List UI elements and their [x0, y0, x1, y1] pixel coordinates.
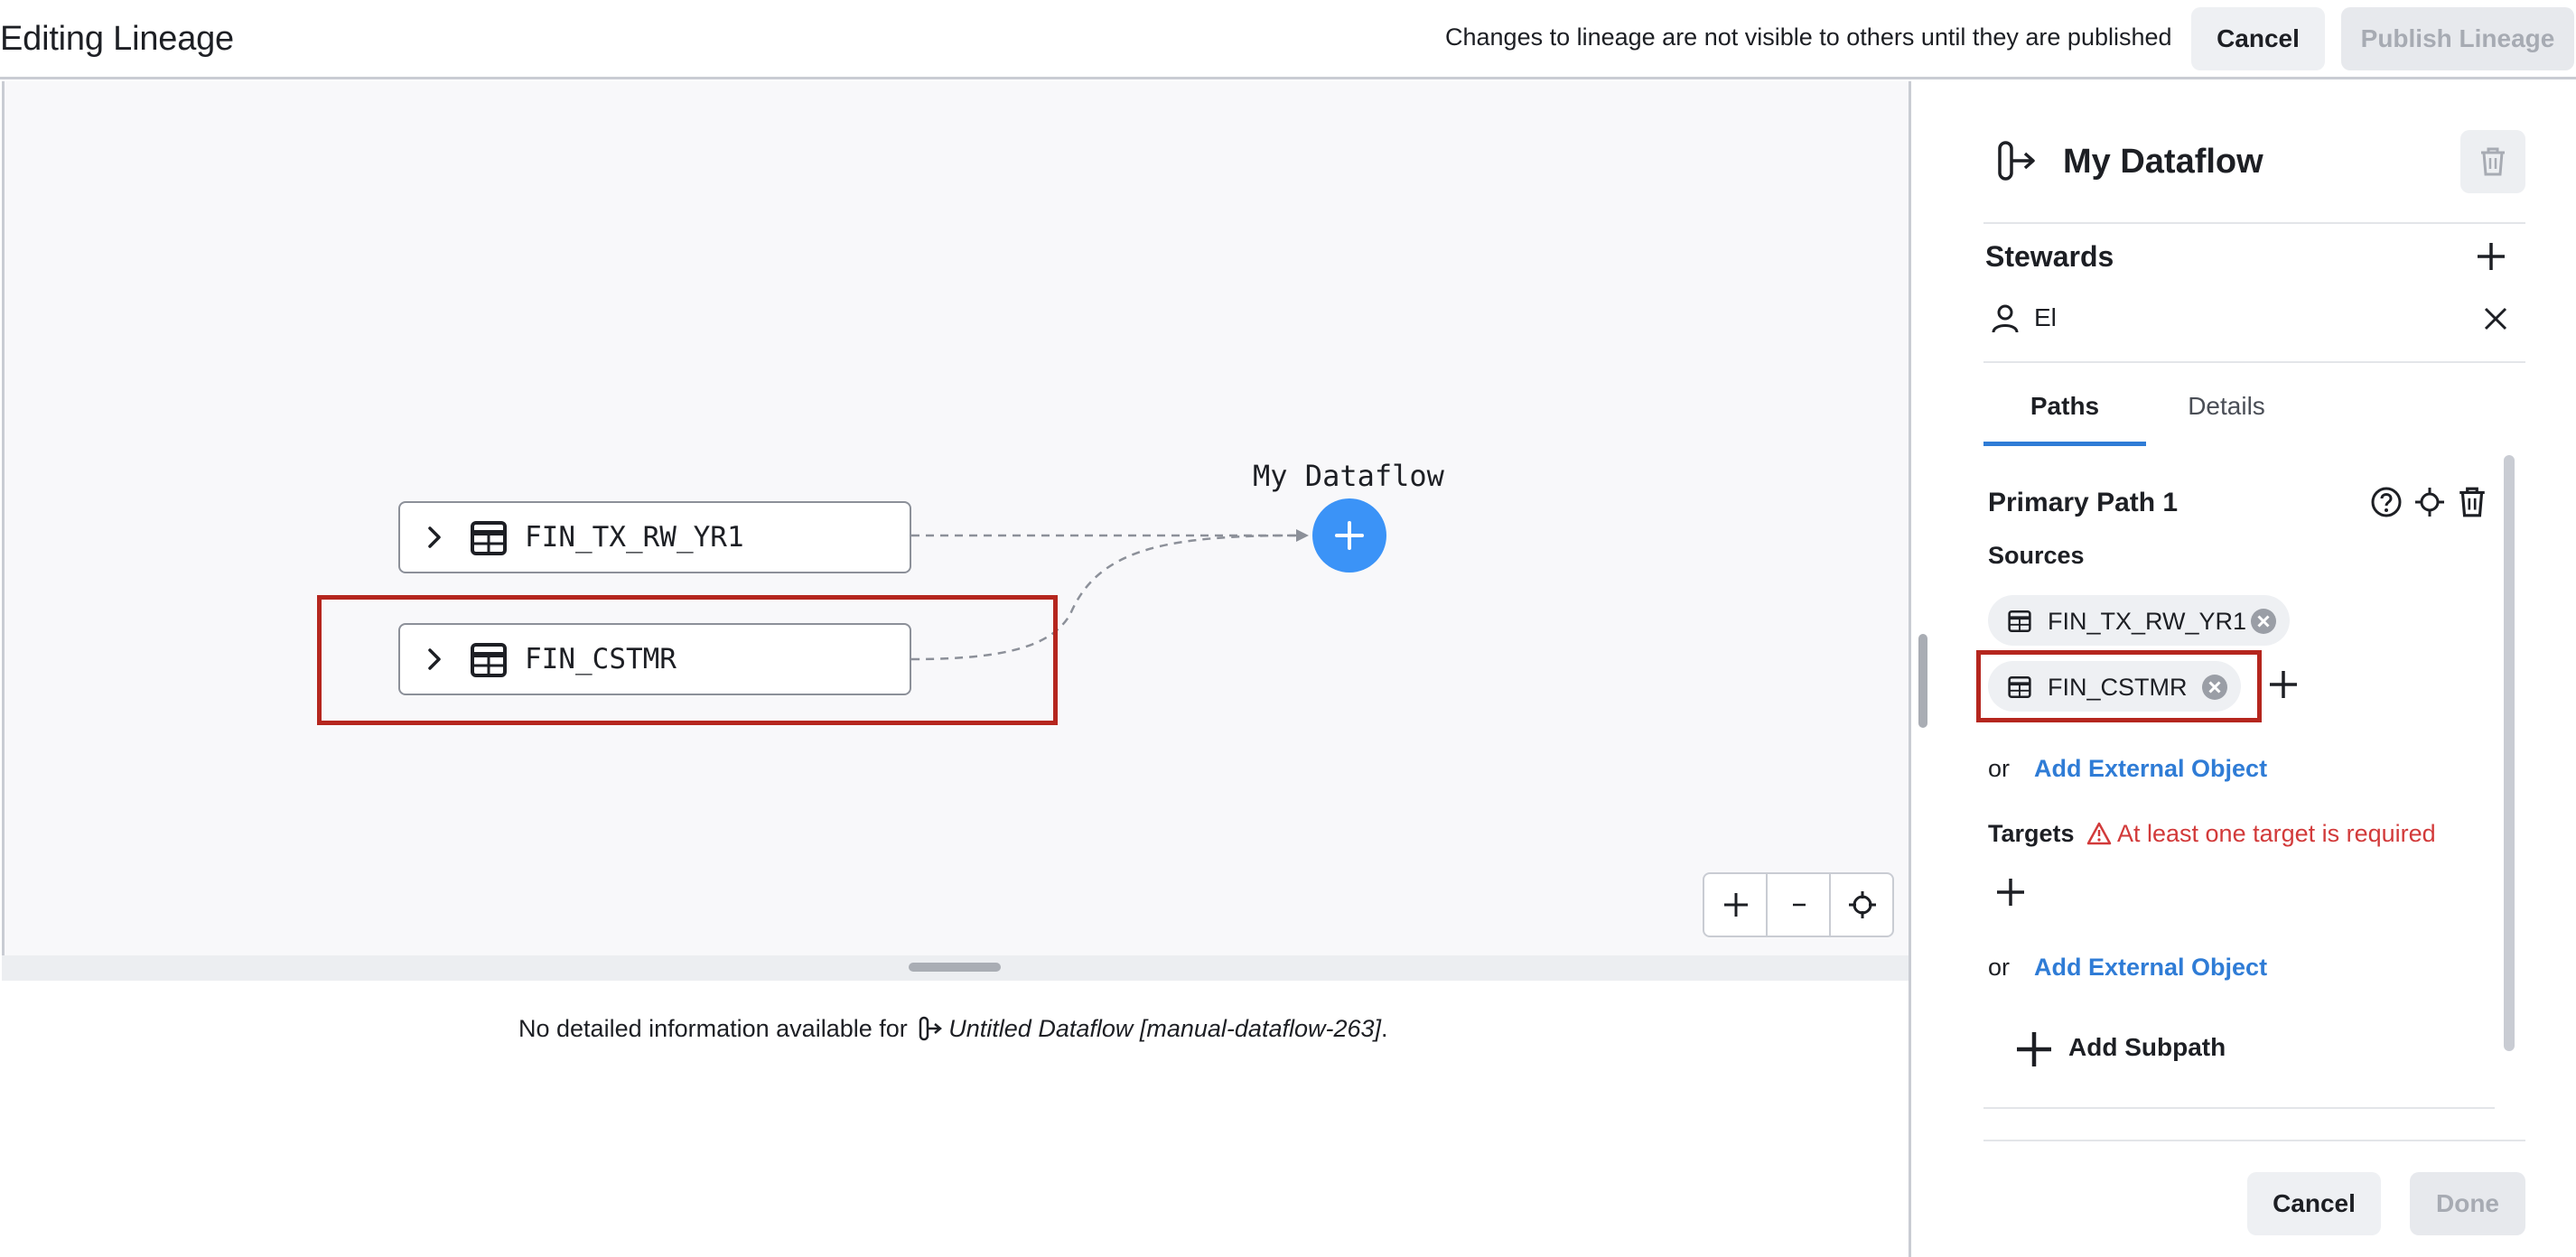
header-cancel-button[interactable]: Cancel — [2191, 7, 2325, 70]
remove-steward-icon[interactable] — [2482, 305, 2509, 332]
sources-label: Sources — [1988, 542, 2085, 569]
publish-notice: Changes to lineage are not visible to ot… — [1445, 23, 2172, 51]
warning-icon — [2086, 822, 2112, 845]
add-external-source-link[interactable]: Add External Object — [2034, 755, 2267, 783]
dataflow-icon — [919, 1016, 943, 1041]
delete-path-icon[interactable] — [2457, 486, 2487, 518]
message-suffix: . — [1381, 1015, 1388, 1042]
zoom-in-icon — [1724, 893, 1748, 917]
add-subpath-button[interactable]: Add Subpath — [2068, 1033, 2226, 1062]
zoom-out-icon — [1793, 903, 1806, 907]
trash-icon — [2481, 147, 2505, 176]
split-pane-drag-handle[interactable] — [909, 963, 1001, 972]
lineage-canvas[interactable]: FIN_TX_RW_YR1 FIN_CSTMR My Dataflow — [2, 81, 1911, 955]
plus-icon — [1335, 521, 1364, 550]
divider — [1983, 222, 2525, 224]
focus-path-icon[interactable] — [2413, 486, 2446, 518]
dataflow-node-label: My Dataflow — [1253, 459, 1444, 493]
source-chip-label: FIN_TX_RW_YR1 — [2048, 608, 2247, 635]
tab-paths[interactable]: Paths — [1983, 392, 2146, 446]
steward-name: El — [2034, 303, 2057, 331]
side-panel-resize-handle[interactable] — [1918, 634, 1927, 728]
zoom-controls — [1703, 872, 1894, 937]
fit-view-button[interactable] — [1831, 874, 1894, 936]
dataflow-name: Untitled Dataflow [manual-dataflow-263] — [948, 1015, 1382, 1042]
divider — [1983, 361, 2525, 363]
stewards-title: Stewards — [1985, 240, 2114, 273]
lineage-edges — [910, 529, 1309, 661]
publish-lineage-button[interactable]: Publish Lineage — [2341, 7, 2574, 70]
zoom-in-button[interactable] — [1704, 874, 1768, 936]
add-steward-icon[interactable] — [2475, 240, 2507, 273]
targets-label: Targets — [1988, 820, 2075, 847]
footer-cancel-button[interactable]: Cancel — [2247, 1172, 2381, 1235]
or-label: or — [1988, 954, 2011, 981]
help-icon[interactable] — [2370, 486, 2403, 518]
dataflow-icon — [1998, 141, 2035, 181]
done-button[interactable]: Done — [2410, 1172, 2525, 1235]
zoom-out-button[interactable] — [1768, 874, 1831, 936]
table-icon — [2008, 610, 2031, 632]
add-target-icon[interactable] — [1994, 876, 2027, 908]
no-details-text: No detailed information available for — [518, 1015, 908, 1042]
delete-dataflow-button[interactable] — [2460, 130, 2525, 193]
add-source-icon[interactable] — [2267, 668, 2300, 701]
dataflow-node-add-button[interactable] — [1312, 498, 1386, 573]
or-label: or — [1988, 755, 2011, 782]
divider — [1983, 1140, 2525, 1141]
panel-title: My Dataflow — [2063, 143, 2263, 181]
panel-divider — [1909, 81, 1911, 1257]
lineage-node-source-1[interactable]: FIN_TX_RW_YR1 — [398, 501, 911, 573]
fit-view-icon — [1849, 891, 1876, 918]
node-label: FIN_TX_RW_YR1 — [525, 521, 744, 554]
divider — [1983, 1107, 2495, 1109]
add-subpath-icon[interactable] — [2014, 1029, 2054, 1069]
path-title: Primary Path 1 — [1988, 488, 2179, 517]
selection-highlight-box — [317, 595, 1058, 725]
user-icon — [1992, 304, 2019, 333]
header-bar: Editing Lineage Changes to lineage are n… — [0, 0, 2576, 79]
panel-scrollbar[interactable] — [2504, 455, 2515, 1051]
page-title: Editing Lineage — [0, 20, 234, 58]
tab-details[interactable]: Details — [2186, 392, 2267, 446]
no-details-message: No detailed information available for Un… — [518, 1015, 1388, 1043]
targets-warning: At least one target is required — [2117, 820, 2436, 847]
table-icon — [471, 521, 507, 555]
edge-arrowhead-icon — [1296, 529, 1309, 542]
remove-source-icon[interactable] — [2250, 608, 2277, 635]
add-external-target-link[interactable]: Add External Object — [2034, 954, 2267, 982]
selection-highlight-box — [1976, 650, 2262, 722]
chevron-right-icon[interactable] — [420, 523, 449, 552]
source-chip: FIN_TX_RW_YR1 — [1988, 595, 2290, 646]
